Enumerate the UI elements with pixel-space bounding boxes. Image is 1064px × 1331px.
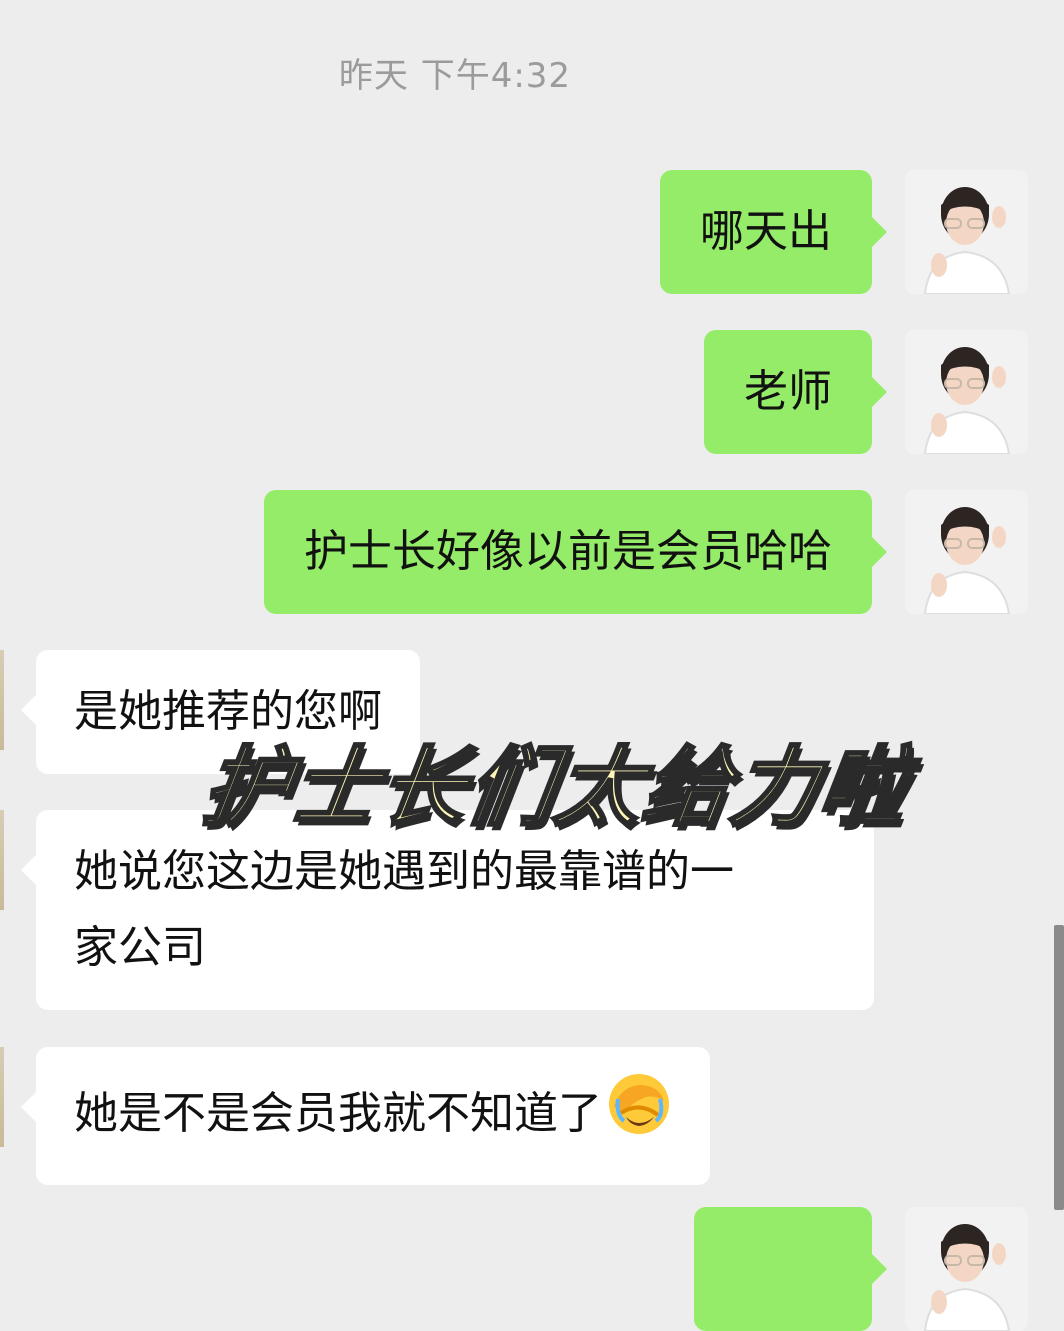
message-bubble-incoming[interactable]: 她是不是会员我就不知道了 [21, 1047, 710, 1185]
message-bubble-outgoing[interactable]: 哪天出 [660, 170, 887, 294]
user-avatar[interactable] [905, 330, 1028, 454]
message-text: 老师 [744, 366, 832, 417]
message-text-line: 家公司 [74, 922, 206, 973]
overlay-caption: 护士长们太给力啦 [195, 737, 916, 840]
avatar-icon [905, 1207, 1028, 1331]
user-avatar[interactable] [905, 170, 1028, 294]
message-text: 护士长好像以前是会员哈哈 [304, 526, 832, 577]
facepalm-emoji-icon [606, 1071, 672, 1161]
avatar-icon [905, 490, 1028, 614]
message-bubble-outgoing[interactable]: 老师 [704, 330, 887, 454]
avatar-icon [905, 170, 1028, 294]
user-avatar[interactable] [905, 1207, 1028, 1331]
avatar-icon [905, 330, 1028, 454]
chat-timestamp: 昨天 下午4:32 [338, 56, 572, 96]
contact-avatar-edge [0, 1047, 4, 1147]
message-text: 她是不是会员我就不知道了 [74, 1088, 602, 1139]
contact-avatar-edge [0, 650, 4, 750]
message-bubble-outgoing-partial[interactable] [694, 1207, 887, 1331]
scrollbar[interactable] [1054, 925, 1064, 1210]
contact-avatar-edge [0, 810, 4, 910]
message-text: 哪天出 [700, 206, 832, 257]
user-avatar[interactable] [905, 490, 1028, 614]
message-bubble-outgoing[interactable]: 护士长好像以前是会员哈哈 [264, 490, 887, 614]
message-text-line: 她说您这边是她遇到的最靠谱的一 [74, 846, 734, 897]
